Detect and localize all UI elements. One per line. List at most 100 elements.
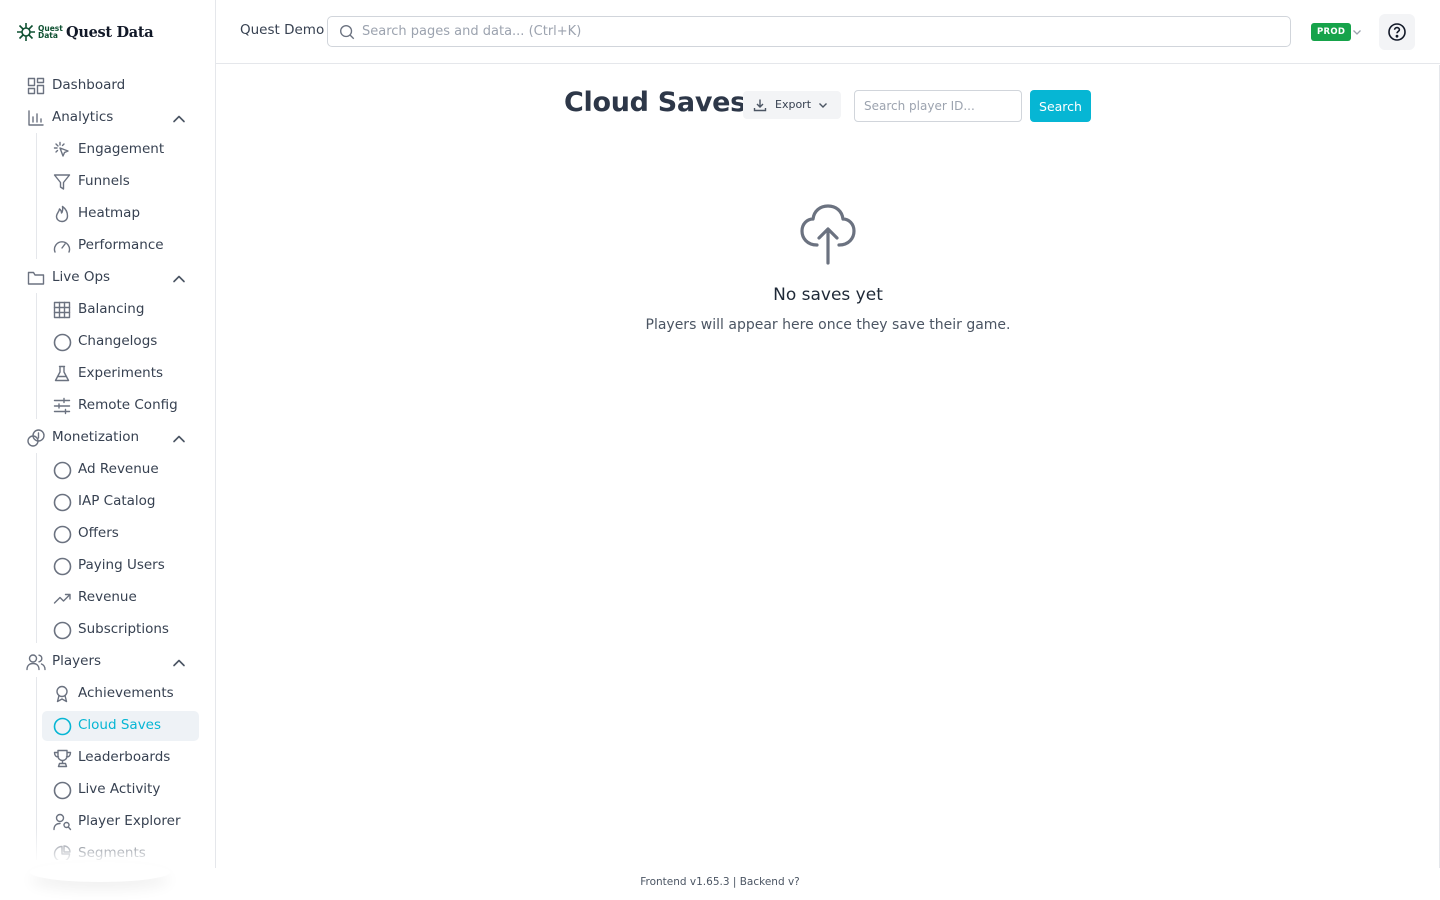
sidebar-item-performance[interactable]: Performance (0, 231, 215, 261)
sidebar-item-ad-revenue[interactable]: Ad Revenue (0, 455, 215, 485)
sidebar-item-balancing[interactable]: Balancing (0, 295, 215, 325)
sidebar-item-segments[interactable]: Segments (0, 839, 215, 860)
sidebar-item-subscriptions[interactable]: Subscriptions (0, 615, 215, 645)
empty-state-subtitle: Players will appear here once they save … (645, 317, 1011, 333)
brand-mini-line2: Data (38, 31, 58, 40)
sidebar-item-analytics[interactable]: Analytics (0, 103, 215, 133)
sidebar-item-player-explorer[interactable]: Player Explorer (0, 807, 215, 837)
chevron-up-icon[interactable] (171, 431, 187, 447)
pointer-click-icon (52, 140, 72, 160)
download-icon (753, 99, 767, 112)
sidebar-item-live-ops[interactable]: Live Ops (0, 263, 215, 293)
user-search-icon (52, 812, 72, 832)
topbar: Quest Demo PROD (216, 0, 1440, 64)
flame-icon (52, 204, 72, 224)
main-content: Cloud Saves Export Search No saves yet P… (216, 65, 1440, 868)
sidebar-item-iap-catalog[interactable]: IAP Catalog (0, 487, 215, 517)
sidebar: Quest Data Quest Data Dashboard Analytics… (0, 0, 216, 868)
chevron-up-icon[interactable] (171, 111, 187, 127)
sidebar-item-label: Players (52, 653, 102, 669)
sidebar-item-dashboard[interactable]: Dashboard (0, 71, 215, 101)
sidebar-item-label: Segments (78, 845, 146, 860)
workspace-name[interactable]: Quest Demo (240, 22, 324, 38)
sidebar-item-label: Achievements (78, 685, 174, 701)
folder-icon (26, 268, 46, 288)
help-button[interactable] (1379, 14, 1415, 50)
sidebar-item-label: Experiments (78, 365, 164, 381)
empty-state-title: No saves yet (773, 285, 883, 305)
sidebar-item-remote-config[interactable]: Remote Config (0, 391, 215, 421)
brand-logo[interactable]: Quest Data Quest Data (16, 18, 154, 46)
sidebar-item-label: Funnels (78, 173, 130, 189)
sidebar-item-label: Changelogs (78, 333, 158, 349)
sidebar-item-live-activity[interactable]: Live Activity (0, 775, 215, 805)
trend-up-icon (52, 588, 72, 608)
quest-data-logo-icon (17, 23, 35, 41)
bar-chart-icon (26, 108, 46, 128)
sidebar-item-label: Subscriptions (78, 621, 169, 637)
global-search-input[interactable] (362, 17, 1262, 46)
sidebar-item-label: Heatmap (78, 205, 141, 221)
sidebar-item-label: Leaderboards (78, 749, 171, 765)
sidebar-item-cloud-saves[interactable]: Cloud Saves (0, 711, 215, 741)
chevron-up-icon[interactable] (171, 271, 187, 287)
sidebar-item-label: IAP Catalog (78, 493, 156, 509)
pie-icon (52, 844, 72, 860)
player-search-input[interactable] (854, 90, 1022, 122)
chevron-up-icon[interactable] (171, 655, 187, 671)
sidebar-item-monetization[interactable]: Monetization (0, 423, 215, 453)
sidebar-nav: Dashboard Analytics Engagement Funnels Heatm… (0, 70, 215, 860)
page-title: Cloud Saves (564, 87, 746, 118)
users-icon (26, 652, 46, 672)
sidebar-item-label: Monetization (52, 429, 140, 445)
sidebar-item-label: Ad Revenue (78, 461, 159, 477)
brand-name: Quest Data (66, 23, 154, 41)
sidebar-item-label: Live Activity (78, 781, 161, 797)
sidebar-item-heatmap[interactable]: Heatmap (0, 199, 215, 229)
sidebar-item-players[interactable]: Players (0, 647, 215, 677)
award-icon (52, 684, 72, 704)
sidebar-item-label: Dashboard (52, 77, 126, 93)
trophy-icon (52, 748, 72, 768)
sidebar-item-label: Revenue (78, 589, 137, 605)
brand-mini-text: Quest Data (38, 25, 63, 40)
sidebar-item-achievements[interactable]: Achievements (0, 679, 215, 709)
circle-icon (52, 460, 72, 480)
chevron-down-icon (819, 103, 827, 108)
sidebar-item-funnels[interactable]: Funnels (0, 167, 215, 197)
sidebar-item-label: Offers (78, 525, 119, 541)
circle-icon (52, 492, 72, 512)
sidebar-item-label: Remote Config (78, 397, 178, 413)
circle-icon (52, 524, 72, 544)
export-label: Export (775, 98, 812, 111)
sidebar-item-experiments[interactable]: Experiments (0, 359, 215, 389)
cloud-upload-icon (800, 204, 856, 265)
coins-icon (26, 428, 46, 448)
circle-icon (52, 556, 72, 576)
circle-icon (52, 716, 72, 736)
sidebar-item-label: Player Explorer (78, 813, 181, 829)
search-button[interactable]: Search (1030, 90, 1091, 122)
sidebar-item-engagement[interactable]: Engagement (0, 135, 215, 165)
help-circle-icon (1388, 23, 1406, 41)
gauge-icon (52, 236, 72, 256)
sidebar-item-label: Performance (78, 237, 164, 253)
sidebar-item-offers[interactable]: Offers (0, 519, 215, 549)
flask-icon (52, 364, 72, 384)
environment-badge[interactable]: PROD (1311, 23, 1352, 41)
sidebar-item-leaderboards[interactable]: Leaderboards (0, 743, 215, 773)
sidebar-item-revenue[interactable]: Revenue (0, 583, 215, 613)
sidebar-item-label: Analytics (52, 109, 114, 125)
chevron-down-icon[interactable] (1351, 26, 1363, 38)
grid-icon (52, 300, 72, 320)
sidebar-item-changelogs[interactable]: Changelogs (0, 327, 215, 357)
version-footer: Frontend v1.65.3 | Backend v? (640, 876, 800, 888)
dashboard-icon (26, 76, 46, 96)
global-search[interactable] (327, 16, 1291, 47)
sidebar-item-label: Engagement (78, 141, 165, 157)
sidebar-item-label: Cloud Saves (78, 717, 162, 733)
export-button[interactable]: Export (743, 91, 841, 119)
funnel-icon (52, 172, 72, 192)
circle-icon (52, 780, 72, 800)
sidebar-item-paying-users[interactable]: Paying Users (0, 551, 215, 581)
